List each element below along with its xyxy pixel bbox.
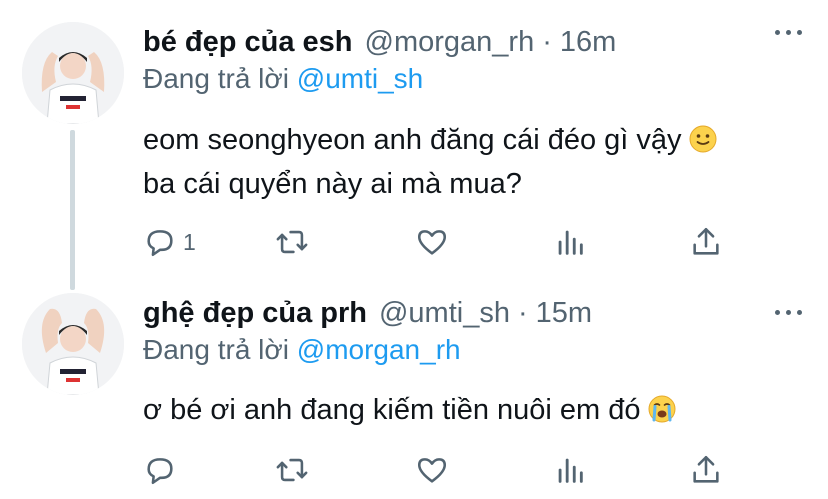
tweet-1[interactable]: bé đẹp của esh @morgan_rh · 16m Đang trả… xyxy=(0,0,828,290)
tweet-text-line-2: ba cái quyển này ai mà mua? xyxy=(143,168,522,200)
reply-button[interactable] xyxy=(143,452,183,488)
separator-dot: · xyxy=(517,296,528,329)
more-icon[interactable] xyxy=(775,30,802,35)
like-icon xyxy=(417,230,447,255)
share-icon xyxy=(693,455,719,483)
thread-line xyxy=(70,130,75,290)
reply-icon xyxy=(147,230,173,257)
like-icon xyxy=(417,458,447,483)
reply-button[interactable]: 1 xyxy=(143,224,196,260)
retweet-icon xyxy=(276,230,308,254)
timestamp[interactable]: 16m xyxy=(560,26,616,59)
replying-to: Đang trả lời @morgan_rh xyxy=(143,334,461,366)
slightly-smiling-face-icon xyxy=(689,125,717,153)
tweet-text: ơ bé ơi anh đang kiếm tiền nuôi em đó xyxy=(143,388,677,432)
more-icon[interactable] xyxy=(775,310,802,315)
share-button[interactable] xyxy=(689,452,723,488)
avatar[interactable] xyxy=(22,22,124,124)
like-button[interactable] xyxy=(415,224,449,260)
retweet-button[interactable] xyxy=(275,224,309,260)
replying-mention[interactable]: @morgan_rh xyxy=(297,334,461,365)
analytics-button[interactable] xyxy=(553,452,587,488)
avatar-photo xyxy=(22,22,124,124)
tweet-text-line-1: ơ bé ơi anh đang kiếm tiền nuôi em đó xyxy=(143,394,641,426)
retweet-icon xyxy=(276,458,308,482)
tweet-2[interactable]: ghệ đẹp của prh @umti_sh · 15m Đang trả … xyxy=(0,290,828,499)
loudly-crying-face-icon xyxy=(648,395,676,423)
timestamp[interactable]: 15m xyxy=(536,297,592,330)
handle[interactable]: @morgan_rh xyxy=(365,26,535,59)
replying-to: Đang trả lời @umti_sh xyxy=(143,63,423,95)
separator-dot: · xyxy=(542,25,552,58)
tweet-text-line-1: eom seonghyeon anh đăng cái đéo gì vậy xyxy=(143,124,682,156)
tweet-header: ghệ đẹp của prh @umti_sh · 15m xyxy=(143,293,592,333)
display-name[interactable]: ghệ đẹp của prh xyxy=(143,297,367,330)
share-icon xyxy=(693,227,719,255)
share-button[interactable] xyxy=(689,224,723,260)
replying-prefix: Đang trả lời xyxy=(143,63,289,94)
tweet-header: bé đẹp của esh @morgan_rh · 16m xyxy=(143,22,616,62)
reply-count: 1 xyxy=(183,228,196,255)
handle[interactable]: @umti_sh xyxy=(379,297,510,330)
analytics-button[interactable] xyxy=(553,224,587,260)
tweet-text: eom seonghyeon anh đăng cái đéo gì vậy b… xyxy=(143,118,718,206)
replying-mention[interactable]: @umti_sh xyxy=(297,63,423,94)
analytics-icon xyxy=(558,458,583,483)
avatar[interactable] xyxy=(22,293,124,395)
like-button[interactable] xyxy=(415,452,449,488)
avatar-photo xyxy=(22,293,124,395)
analytics-icon xyxy=(558,230,583,255)
reply-icon xyxy=(147,458,173,485)
display-name[interactable]: bé đẹp của esh xyxy=(143,26,353,59)
replying-prefix: Đang trả lời xyxy=(143,334,289,365)
retweet-button[interactable] xyxy=(275,452,309,488)
